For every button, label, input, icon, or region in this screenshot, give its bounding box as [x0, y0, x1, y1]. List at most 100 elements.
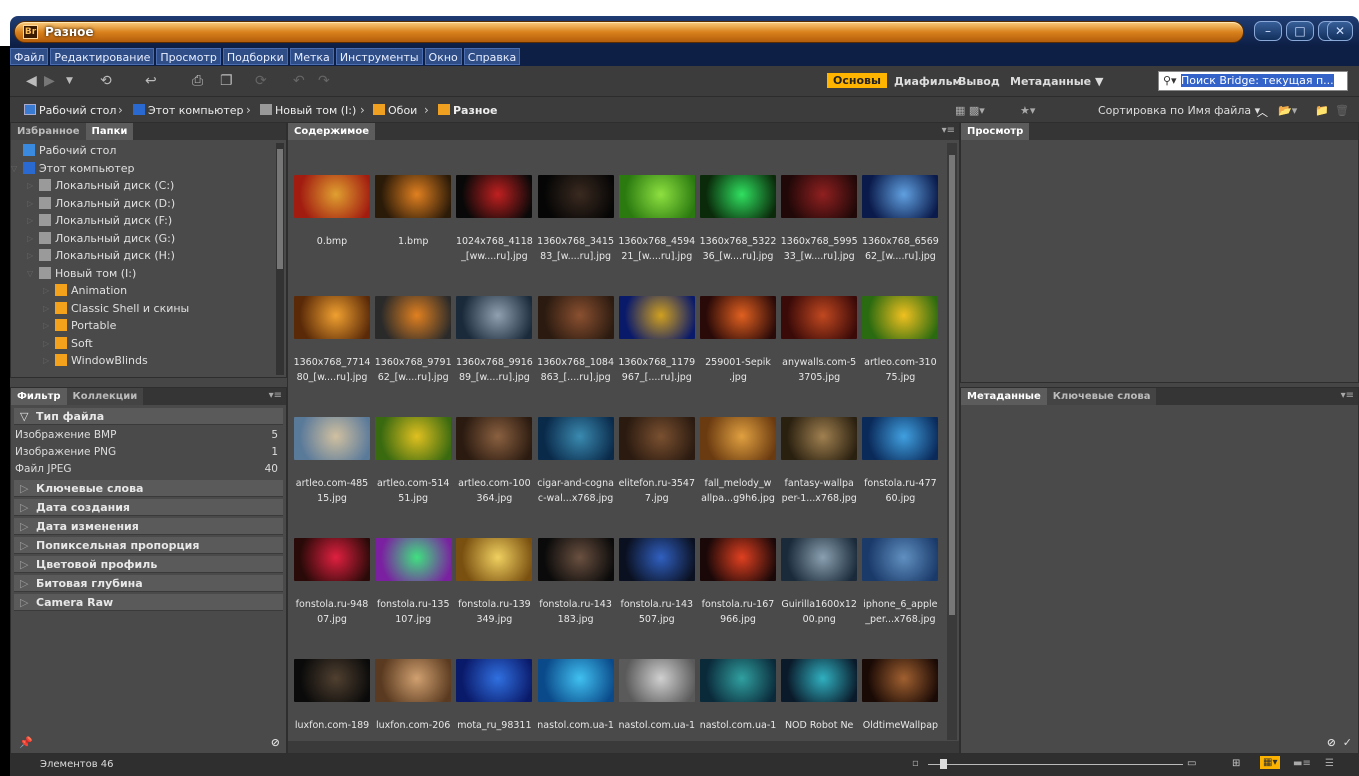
filter-section-header[interactable]: ▷ Дата создания — [14, 499, 283, 516]
folder-tree-item[interactable]: ▷ Локальный диск (F:) — [27, 214, 172, 227]
content-hscrollbar[interactable] — [288, 741, 959, 753]
thumbnail-image[interactable] — [456, 417, 533, 460]
thumbnail-item[interactable]: nastol.com.ua-1 ... — [617, 629, 697, 746]
folder-tree-item[interactable]: ▷ WindowBlinds — [43, 354, 148, 367]
expand-arrow-icon[interactable]: ▷ — [27, 216, 33, 225]
tab-folders[interactable]: Папки — [85, 123, 134, 140]
thumbnail-image[interactable] — [618, 175, 695, 218]
thumbnail-item[interactable]: 1360x768_9916 89_[w....ru].jpg — [454, 266, 534, 383]
workspace-output[interactable]: Вывод — [958, 75, 1000, 88]
recent-icon[interactable]: ↩ — [145, 73, 157, 89]
thumbnail-item[interactable]: 1360x768_6569 62_[w....ru].jpg — [860, 145, 940, 262]
thumbnail-image[interactable] — [700, 175, 776, 218]
folder-tree-item[interactable]: ▷ Classic Shell и скины — [43, 301, 189, 315]
folder-tree-item[interactable]: ▷ Локальный диск (D:) — [27, 196, 175, 210]
filter-file-type-header[interactable]: ▽ Тип файла — [14, 408, 283, 425]
thumbnail-item[interactable]: 1360x768_7714 80_[w....ru].jpg — [292, 266, 372, 383]
filter-section-header[interactable]: ▷ Битовая глубина — [14, 575, 283, 592]
slider-handle[interactable] — [940, 759, 947, 769]
expand-arrow-icon[interactable]: ▽ — [11, 164, 17, 173]
camera-import-icon[interactable]: ⎙ — [192, 73, 203, 89]
filter-row[interactable]: Изображение BMP 5 — [15, 427, 282, 444]
thumbnail-item[interactable]: anywalls.com-5 3705.jpg — [779, 266, 859, 383]
menu-help[interactable]: Справка — [463, 48, 521, 65]
thumbnail-image[interactable] — [700, 538, 776, 581]
pin-icon[interactable]: 📌 — [19, 736, 33, 749]
delete-icon[interactable]: 🗑 — [1335, 104, 1349, 117]
thumbnail-item[interactable]: fonstola.ru-135 107.jpg — [373, 508, 453, 625]
thumbnail-item[interactable]: 1360x768_1084 863_[....ru].jpg — [536, 266, 616, 383]
expand-arrow-icon[interactable]: ▷ — [43, 321, 49, 330]
view-thumbnails-icon[interactable]: ▦▾ — [1260, 756, 1281, 769]
forward-icon[interactable]: ▶ — [44, 73, 55, 89]
thumbnail-image[interactable] — [294, 417, 370, 460]
thumbnail-image[interactable] — [781, 296, 858, 339]
thumbnail-image[interactable] — [294, 538, 370, 581]
breadcrumb-drive[interactable]: Новый том (I:) — [260, 104, 356, 117]
back-icon[interactable]: ◀ — [26, 73, 37, 89]
folder-tree-item[interactable]: Рабочий стол — [23, 144, 116, 157]
thumbnail-item[interactable]: fonstola.ru-167 966.jpg — [698, 508, 778, 625]
menu-view[interactable]: Просмотр — [156, 48, 221, 65]
thumbnail-image[interactable] — [618, 296, 695, 339]
thumbnail-item[interactable]: fonstola.ru-948 07.jpg — [292, 508, 372, 625]
no-entry-icon[interactable]: ⊘ — [1327, 736, 1336, 749]
search-input[interactable]: ⚲▾ Поиск Bridge: текущая п... — [1158, 71, 1348, 91]
thumbnail-image[interactable] — [781, 417, 858, 460]
folder-tree-item[interactable]: ▷ Animation — [43, 284, 127, 297]
new-folder-icon[interactable]: 📁 — [1315, 104, 1329, 117]
breadcrumb-current[interactable]: Разное — [438, 104, 498, 117]
view-list-icon[interactable]: ☰ — [1325, 758, 1334, 769]
filter-section-header[interactable]: ▷ Дата изменения — [14, 518, 283, 535]
thumbnail-item[interactable]: OldtimeWallpap ... — [860, 629, 940, 746]
folder-tree-item[interactable]: ▽ Новый том (I:) — [27, 266, 136, 280]
thumbnail-image[interactable] — [537, 175, 614, 218]
expand-arrow-icon[interactable]: ▽ — [27, 269, 33, 278]
thumbnail-image[interactable] — [456, 175, 533, 218]
tab-metadata[interactable]: Метаданные — [961, 388, 1047, 405]
zoom-out-icon[interactable]: ▫ — [912, 758, 919, 769]
folder-tree-item[interactable]: ▽ Этот компьютер — [11, 161, 135, 175]
thumbnail-item[interactable]: artleo.com-310 75.jpg — [860, 266, 940, 383]
workspace-filmstrip[interactable]: Диафильм — [894, 75, 962, 88]
thumbnail-image[interactable] — [456, 659, 533, 702]
grid-lock-icon[interactable]: ⊞ — [1232, 758, 1240, 769]
expand-arrow-icon[interactable]: ▷ — [27, 234, 33, 243]
tab-preview[interactable]: Просмотр — [961, 123, 1030, 140]
filter-section-header[interactable]: ▷ Ключевые слова — [14, 480, 283, 497]
thumbnail-item[interactable]: 1360x768_4594 21_[w....ru].jpg — [617, 145, 697, 262]
thumbnail-image[interactable] — [618, 417, 695, 460]
thumbnail-item[interactable]: 1024x768_4118 _[ww....ru].jpg — [454, 145, 534, 262]
thumbnail-image[interactable] — [375, 296, 452, 339]
tab-filter[interactable]: Фильтр — [11, 388, 67, 405]
thumbnail-image[interactable] — [537, 296, 614, 339]
breadcrumb-wallpapers[interactable]: Обои — [373, 104, 417, 117]
thumbnail-image[interactable] — [862, 538, 939, 581]
close-button[interactable]: ✕ — [1327, 21, 1353, 41]
thumbnail-item[interactable]: luxfon.com-189 ... — [292, 629, 372, 746]
checkmark-icon[interactable]: ✓ — [1343, 736, 1352, 749]
thumbnail-image[interactable] — [618, 659, 695, 702]
thumbnail-image[interactable] — [456, 296, 533, 339]
history-dropdown-icon[interactable]: ▼ — [66, 76, 73, 86]
expand-arrow-icon[interactable]: ▷ — [43, 304, 49, 313]
thumbnail-image[interactable] — [456, 538, 533, 581]
thumbnail-item[interactable]: 1360x768_5995 33_[w....ru].jpg — [779, 145, 859, 262]
thumbnail-item[interactable]: artleo.com-514 51.jpg — [373, 387, 453, 504]
breadcrumb-desktop[interactable]: Рабочий стол — [24, 104, 116, 117]
thumbnail-image[interactable] — [375, 175, 452, 218]
clear-filter-icon[interactable]: ⊘ — [271, 736, 280, 749]
folder-tree-item[interactable]: ▷ Локальный диск (H:) — [27, 249, 175, 262]
thumbnail-item[interactable]: fall_melody_w allpa...g9h6.jpg — [698, 387, 778, 504]
boomerang-icon[interactable]: ⟲ — [100, 73, 112, 89]
thumbnail-item[interactable]: cigar-and-cogna c-wal...x768.jpg — [536, 387, 616, 504]
thumbnail-image[interactable] — [862, 659, 939, 702]
menu-window[interactable]: Окно — [424, 48, 462, 65]
thumbnail-image[interactable] — [294, 175, 370, 218]
folder-tree-item[interactable]: ▷ Локальный диск (G:) — [27, 231, 175, 245]
thumbnail-item[interactable]: mota_ru_98311 ... — [454, 629, 534, 746]
filter-section-header[interactable]: ▷ Попиксельная пропорция — [14, 537, 283, 554]
tab-favorites[interactable]: Избранное — [11, 123, 86, 140]
thumbnail-item[interactable]: fonstola.ru-139 349.jpg — [454, 508, 534, 625]
menu-label[interactable]: Метка — [289, 48, 334, 65]
